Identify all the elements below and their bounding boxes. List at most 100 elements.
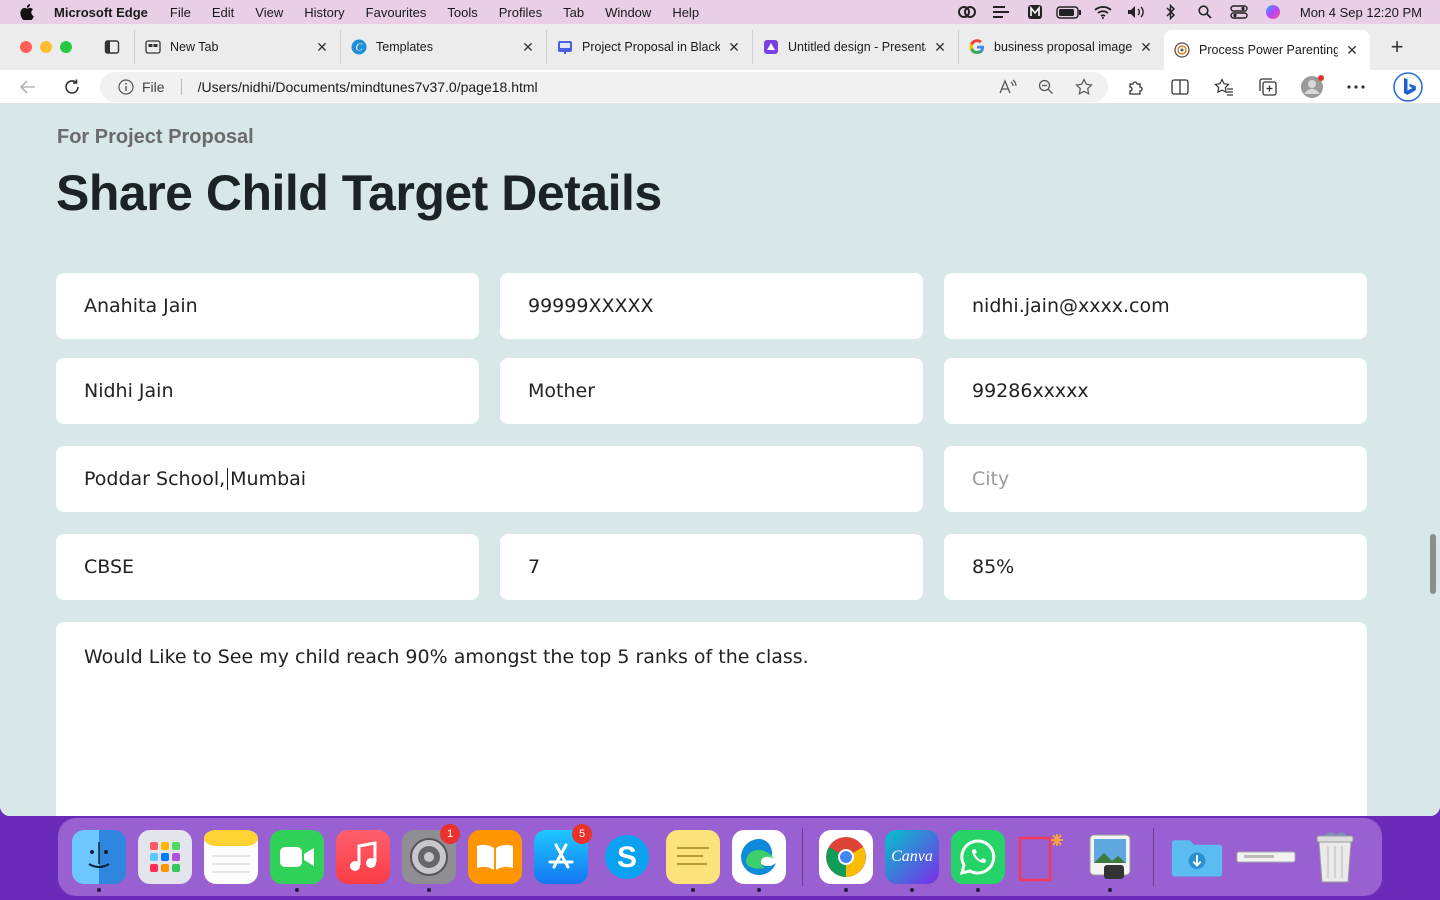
- siri-icon[interactable]: [1256, 0, 1290, 24]
- list-menu-icon[interactable]: [984, 0, 1018, 24]
- dock-minimized-window[interactable]: [1236, 830, 1296, 884]
- volume-icon[interactable]: [1120, 0, 1154, 24]
- menu-clock[interactable]: Mon 4 Sep 12:20 PM: [1300, 5, 1422, 20]
- address-bar[interactable]: File /Users/nidhi/Documents/mindtunes7v3…: [100, 72, 1108, 102]
- creative-cloud-icon[interactable]: [950, 0, 984, 24]
- menu-history[interactable]: History: [304, 5, 344, 20]
- favorites-button[interactable]: [1208, 72, 1240, 102]
- control-center-icon[interactable]: [1222, 0, 1256, 24]
- close-tab-icon[interactable]: ✕: [726, 39, 742, 55]
- puzzle-icon: [1129, 81, 1143, 95]
- menu-window[interactable]: Window: [605, 5, 651, 20]
- dock-microsoft-edge[interactable]: [732, 830, 786, 892]
- board-input[interactable]: CBSE: [56, 534, 479, 600]
- city-input[interactable]: City: [944, 446, 1367, 512]
- tab-actions-button[interactable]: [98, 33, 126, 61]
- tab-templates[interactable]: C Templates ✕: [340, 30, 546, 64]
- wifi-icon[interactable]: [1086, 0, 1120, 24]
- dock-launchpad[interactable]: [138, 830, 192, 884]
- page-scrollbar[interactable]: [1430, 534, 1436, 594]
- dock-google-chrome[interactable]: [819, 830, 873, 892]
- zoom-window-button[interactable]: [60, 41, 72, 53]
- score-input[interactable]: 85%: [944, 534, 1367, 600]
- running-indicator: [295, 888, 299, 892]
- dock-canva[interactable]: Canva: [885, 830, 939, 892]
- tab-process-power-parenting[interactable]: Process Power Parenting ✕: [1164, 30, 1370, 70]
- dock-whatsapp[interactable]: [951, 830, 1005, 892]
- dock-screenshot[interactable]: [1017, 830, 1071, 884]
- bing-copilot-button[interactable]: [1392, 72, 1424, 102]
- battery-icon[interactable]: [1052, 0, 1086, 24]
- close-tab-icon[interactable]: ✕: [932, 39, 948, 55]
- close-tab-icon[interactable]: ✕: [520, 39, 536, 55]
- close-window-button[interactable]: [20, 41, 32, 53]
- dock-notes[interactable]: [204, 830, 258, 884]
- menu-profiles[interactable]: Profiles: [499, 5, 542, 20]
- menu-edit[interactable]: Edit: [212, 5, 234, 20]
- tab-actions-icon: [104, 40, 120, 54]
- email-input[interactable]: nidhi.jain@xxxx.com: [944, 273, 1367, 339]
- child-phone-input[interactable]: 99999XXXXX: [500, 273, 923, 339]
- dock-separator: [1153, 828, 1154, 886]
- menu-tab[interactable]: Tab: [563, 5, 584, 20]
- tab-label: Templates: [376, 40, 433, 54]
- dock-skype[interactable]: S: [600, 830, 654, 884]
- dock-trash[interactable]: [1308, 830, 1362, 884]
- launchpad-icon: [150, 842, 180, 872]
- bluetooth-icon[interactable]: [1154, 0, 1188, 24]
- zoom-out-button[interactable]: [1030, 72, 1062, 102]
- tab-business-proposal-images[interactable]: business proposal images ✕: [958, 30, 1164, 64]
- relation-input[interactable]: Mother: [500, 358, 923, 424]
- read-aloud-button[interactable]: [992, 72, 1024, 102]
- menu-help[interactable]: Help: [672, 5, 699, 20]
- dock-system-settings[interactable]: 1: [402, 824, 460, 892]
- goal-textarea[interactable]: Would Like to See my child reach 90% amo…: [56, 622, 1367, 816]
- dock-books[interactable]: [468, 830, 522, 884]
- dock-downloads[interactable]: [1170, 830, 1224, 884]
- dock-music[interactable]: [336, 830, 390, 884]
- tab-project-proposal[interactable]: Project Proposal in Black ✕: [546, 30, 752, 64]
- dock-preview[interactable]: [1083, 830, 1137, 892]
- new-tab-icon: [145, 40, 161, 54]
- skype-icon: S: [605, 835, 649, 879]
- spotlight-search-icon[interactable]: [1188, 0, 1222, 24]
- m-app-icon[interactable]: [1018, 0, 1052, 24]
- canva-icon: C: [351, 39, 367, 55]
- close-tab-icon[interactable]: ✕: [1344, 42, 1360, 58]
- extensions-button[interactable]: [1120, 72, 1152, 102]
- profile-button[interactable]: [1296, 72, 1328, 102]
- dock-finder[interactable]: [72, 830, 126, 892]
- new-tab-button[interactable]: +: [1380, 30, 1414, 64]
- grade-input[interactable]: 7: [500, 534, 923, 600]
- menu-app-name[interactable]: Microsoft Edge: [54, 5, 148, 20]
- info-icon[interactable]: [118, 79, 134, 95]
- more-options-button[interactable]: [1340, 72, 1372, 102]
- whatsapp-icon: [959, 839, 996, 876]
- reload-button[interactable]: [56, 72, 88, 102]
- zoom-out-icon: [1038, 79, 1053, 94]
- running-indicator: [427, 888, 431, 892]
- parent-phone-input[interactable]: 99286xxxxx: [944, 358, 1367, 424]
- tab-new-tab[interactable]: New Tab ✕: [134, 30, 340, 64]
- menu-file[interactable]: File: [170, 5, 191, 20]
- child-name-input[interactable]: Anahita Jain: [56, 273, 479, 339]
- school-input[interactable]: Poddar School, Mumbai: [56, 446, 923, 512]
- menu-view[interactable]: View: [255, 5, 283, 20]
- back-button[interactable]: [12, 72, 44, 102]
- dock-app-store[interactable]: 5: [534, 824, 592, 884]
- dock-facetime[interactable]: [270, 830, 324, 892]
- close-tab-icon[interactable]: ✕: [1138, 39, 1154, 55]
- split-screen-button[interactable]: [1164, 72, 1196, 102]
- parent-name-input[interactable]: Nidhi Jain: [56, 358, 479, 424]
- dock-stickies[interactable]: [666, 830, 720, 892]
- collections-button[interactable]: [1252, 72, 1284, 102]
- minimize-window-button[interactable]: [40, 41, 52, 53]
- running-indicator: [976, 888, 980, 892]
- apple-logo-icon[interactable]: [20, 4, 34, 20]
- tab-untitled-design[interactable]: Untitled design - Presentation ✕: [752, 30, 958, 64]
- url-text[interactable]: /Users/nidhi/Documents/mindtunes7v37.0/p…: [198, 79, 538, 95]
- menu-favourites[interactable]: Favourites: [366, 5, 427, 20]
- close-tab-icon[interactable]: ✕: [314, 39, 330, 55]
- menu-tools[interactable]: Tools: [447, 5, 477, 20]
- favorite-button[interactable]: [1068, 72, 1100, 102]
